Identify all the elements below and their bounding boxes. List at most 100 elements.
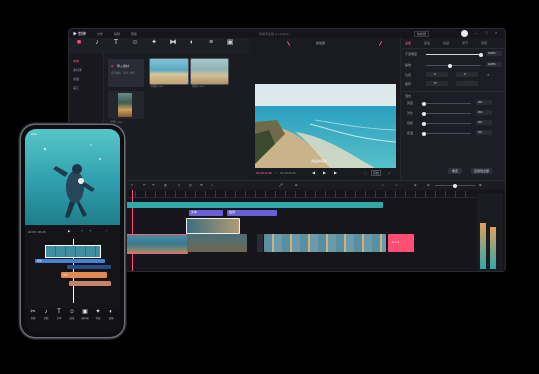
record-icon[interactable]: ⊖	[295, 183, 298, 187]
slider-knob[interactable]	[422, 111, 426, 116]
category-favorites[interactable]: 收藏	[73, 77, 79, 81]
video-clip[interactable]	[186, 218, 240, 234]
redo-icon[interactable]: ↷	[152, 183, 155, 187]
tool-canvas[interactable]: ▣ 画布	[222, 39, 238, 60]
opacity-value-box[interactable]: 100%	[486, 51, 502, 56]
phone-tool-text[interactable]: T 文本	[52, 309, 66, 320]
freeze-icon[interactable]: ◫	[189, 183, 192, 187]
menu-file[interactable]: 文件	[97, 32, 103, 36]
menu-edit[interactable]: 编辑	[114, 32, 120, 36]
split-icon[interactable]: ]|[	[164, 183, 166, 187]
position-y-box[interactable]: 0	[456, 72, 478, 77]
slider-knob[interactable]	[422, 131, 426, 136]
effect-track-clip[interactable]	[125, 202, 383, 208]
tool-sticker[interactable]: ☺ 贴纸	[127, 39, 143, 60]
ratio-button[interactable]: 原始	[371, 170, 382, 176]
delete-icon[interactable]: ▯	[178, 183, 180, 187]
tool-filter[interactable]: ◐ 滤镜	[184, 39, 200, 60]
tab-speed[interactable]: 变速	[424, 41, 430, 45]
phone-tool-edit[interactable]: ✂ 剪辑	[26, 309, 40, 320]
reset-position-icon[interactable]: ↺	[487, 73, 490, 77]
mic-icon[interactable]: 🎤︎	[279, 183, 283, 187]
clip-thumbnail[interactable]	[149, 58, 189, 85]
zoom-fit-icon[interactable]: ⇹	[414, 183, 417, 187]
main-video-clip[interactable]	[125, 234, 188, 254]
main-video-clip[interactable]	[187, 234, 247, 252]
phone-tool-sticker[interactable]: ☺ 贴纸	[65, 309, 79, 320]
cursor-icon[interactable]: ↖	[131, 183, 134, 187]
tool-media[interactable]: ■ 媒体素材	[71, 39, 87, 60]
slider-knob[interactable]	[448, 63, 452, 68]
video-frame[interactable]: 清晨的海边	[255, 84, 396, 168]
marker-tool-icon[interactable]: ⌂	[211, 183, 213, 187]
scale-value-box[interactable]: 100%	[486, 62, 502, 67]
phone-video-preview[interactable]: 9:41	[25, 129, 120, 225]
brightness-slider[interactable]	[421, 101, 471, 106]
prev-frame-icon[interactable]: ◀	[312, 170, 315, 175]
tool-text[interactable]: T 文本	[108, 39, 124, 60]
phone-redo-icon[interactable]: ↷	[89, 229, 92, 233]
snap-icon[interactable]: ⊷	[395, 183, 398, 187]
main-video-clip[interactable]	[264, 234, 386, 252]
transition-marker[interactable]	[257, 234, 263, 252]
position-x-box[interactable]: 0	[426, 72, 448, 77]
play-icon[interactable]: ▶	[323, 170, 326, 175]
slider-knob[interactable]	[479, 52, 483, 57]
phone-tool-filter[interactable]: ◐ 滤镜	[104, 309, 118, 320]
tool-effects[interactable]: ✦ 特效	[146, 39, 162, 60]
clip-thumbnail[interactable]	[190, 58, 229, 85]
apply-all-button[interactable]: 应用到全部	[471, 168, 493, 174]
tab-adjust[interactable]: 调节	[462, 41, 468, 45]
phone-fx-clip[interactable]	[67, 265, 111, 269]
minimize-icon[interactable]: –	[475, 30, 477, 35]
phone-audio-clip[interactable]: 音效	[35, 259, 105, 263]
phone-text-clip[interactable]: 文本	[61, 272, 107, 278]
phone-video-clip[interactable]	[45, 245, 101, 258]
tab-audio[interactable]: 音频	[481, 41, 487, 45]
tool-audio[interactable]: ♪ 音频	[89, 39, 105, 60]
menu-help[interactable]: 帮助	[131, 32, 137, 36]
phone-sticker-clip[interactable]	[69, 281, 111, 286]
category-other[interactable]: 其它	[73, 86, 79, 90]
shortcut-badge[interactable]: 快捷键	[414, 31, 430, 37]
phone-tool-effects[interactable]: ✦ 特效	[91, 309, 105, 320]
slider-knob[interactable]	[422, 101, 426, 106]
contrast-slider[interactable]	[421, 111, 471, 116]
phone-tool-pip[interactable]: ▣ 画中画	[78, 309, 92, 320]
phone-play-icon[interactable]: ▶	[68, 229, 70, 233]
reset-button[interactable]: 重置	[448, 168, 463, 174]
slider-knob[interactable]	[422, 121, 426, 126]
rotation-box[interactable]: 0°	[426, 81, 448, 86]
contrast-box[interactable]: 0%	[476, 110, 492, 115]
saturation-slider[interactable]	[421, 121, 471, 126]
temperature-box[interactable]: 0%	[476, 130, 492, 135]
fullscreen-icon[interactable]: ⤢	[388, 171, 390, 175]
tool-adjust[interactable]: ≡ 调节	[203, 39, 219, 60]
tab-animation[interactable]: 动画	[443, 41, 449, 45]
brightness-box[interactable]: 0%	[476, 100, 492, 105]
maximize-icon[interactable]: □	[485, 30, 487, 35]
tab-picture[interactable]: 画面	[405, 41, 411, 45]
zoom-in-icon[interactable]: ⊕	[479, 183, 482, 187]
tool-transition[interactable]: ⧓ 转场	[165, 39, 181, 60]
zoom-out-icon[interactable]: ⊖	[427, 183, 430, 187]
phone-fullscreen-icon[interactable]: ⤢	[105, 229, 107, 233]
flip-box[interactable]	[456, 81, 478, 86]
close-icon[interactable]: ×	[495, 30, 497, 35]
scale-slider[interactable]	[426, 63, 481, 68]
reverse-icon[interactable]: ⟲	[200, 183, 203, 187]
slider-knob[interactable]	[453, 183, 457, 188]
undo-icon[interactable]: ↶	[143, 183, 146, 187]
import-card[interactable]: ⊕ 导入素材 支持视频、音频、图片	[108, 59, 144, 87]
avatar[interactable]	[461, 30, 468, 37]
text-clip[interactable]: 文本	[189, 210, 223, 216]
zoom-slider[interactable]	[435, 183, 475, 188]
sticker-clip[interactable]: 贴纸	[227, 210, 277, 216]
highlight-clip[interactable]: ● ● ●	[388, 234, 414, 252]
next-frame-icon[interactable]: ▶	[334, 170, 337, 175]
category-local[interactable]: 本地	[73, 59, 79, 63]
link-icon[interactable]: ⊶	[381, 183, 384, 187]
clip-card[interactable]	[108, 91, 144, 119]
phone-tool-audio[interactable]: ♪ 音频	[39, 309, 53, 320]
opacity-slider[interactable]	[426, 52, 483, 57]
